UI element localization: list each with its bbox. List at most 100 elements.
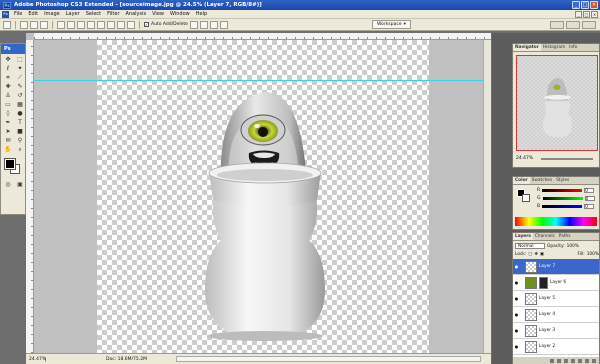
dodge-tool-icon[interactable]: ● [14,109,26,118]
tab-swatches[interactable]: Swatches [530,177,555,184]
path-selection-tool-icon[interactable]: ➤ [2,127,14,136]
notes-tool-icon[interactable]: ✉ [2,136,14,145]
shape-layers-icon[interactable] [20,20,28,29]
pen-icon[interactable] [57,20,65,29]
channel-r-value[interactable]: 0 [584,188,595,194]
type-tool-icon[interactable]: T [14,118,26,127]
channel-b-value[interactable]: 0 [584,204,595,210]
hand-tool-icon[interactable]: ✋ [2,145,14,154]
channel-g-value[interactable]: 0 [584,196,595,202]
layer-row[interactable]: ● Layer 6 [513,275,599,291]
tab-histogram[interactable]: Histogram [541,44,567,51]
shape-tool-icon[interactable]: ■ [14,127,26,136]
auto-add-delete-checkbox[interactable]: ✓ [144,22,149,27]
app-menu-icon[interactable]: Ps [2,10,9,18]
close-icon[interactable]: × [590,1,598,9]
navigator-zoom[interactable]: 24.47% [516,156,533,161]
fill-pixels-icon[interactable] [40,20,48,29]
channel-r-slider[interactable] [542,189,583,192]
pen-tool-icon[interactable]: ✒ [2,118,14,127]
path-intersect-icon[interactable] [209,20,218,29]
move-tool-icon[interactable]: ✥ [2,55,14,64]
layer-row[interactable]: ● Layer 7 [513,259,599,275]
lock-icon[interactable]: ▢ [528,252,532,257]
channel-b-slider[interactable] [542,205,583,208]
visibility-eye-icon[interactable]: ● [513,344,520,349]
channel-g-slider[interactable] [542,197,583,200]
foreground-color-swatch[interactable] [4,158,16,170]
link-layers-icon[interactable] [550,358,554,363]
slice-tool-icon[interactable]: ⟋ [14,73,26,82]
tab-info[interactable]: Info [567,44,579,51]
layer-row[interactable]: ● Layer 5 [513,291,599,307]
menu-layer[interactable]: Layer [63,11,83,17]
doc-restore-icon[interactable]: □ [583,11,590,18]
paths-icon[interactable] [30,20,38,29]
history-brush-tool-icon[interactable]: ↺ [14,91,26,100]
layer-row[interactable]: ● Layer 4 [513,307,599,323]
pen-tool-preset-icon[interactable] [3,20,11,29]
tab-navigator[interactable]: Navigator [513,44,541,51]
layer-row[interactable]: ● Layer 3 [513,323,599,339]
path-exclude-icon[interactable] [219,20,228,29]
status-zoom[interactable]: 24.47% [26,356,46,362]
comps-dock-tab[interactable] [582,21,596,29]
visibility-eye-icon[interactable]: ● [513,280,520,285]
layer-row[interactable]: ● Layer 2 [513,339,599,355]
tab-paths[interactable]: Paths [557,233,573,240]
visibility-eye-icon[interactable]: ● [513,312,520,317]
minimize-icon[interactable]: _ [572,1,580,9]
visibility-eye-icon[interactable]: ● [513,264,520,269]
screen-mode-icon[interactable]: ▣ [14,180,26,189]
zoom-tool-icon[interactable]: ⌕ [14,145,26,154]
blur-tool-icon[interactable]: ◊ [2,109,14,118]
delete-layer-icon[interactable] [592,358,596,363]
maximize-icon[interactable]: □ [581,1,589,9]
fill-value[interactable]: 100% [587,252,599,257]
menu-image[interactable]: Image [41,11,63,17]
brushes-dock-tab[interactable] [550,21,564,29]
freeform-pen-icon[interactable] [67,20,75,29]
layer-style-icon[interactable] [557,358,561,363]
clone-stamp-tool-icon[interactable]: ♙ [2,91,14,100]
menu-filter[interactable]: Filter [104,11,122,17]
custom-shape-icon[interactable] [127,20,135,29]
menu-file[interactable]: File [11,11,25,17]
opacity-value[interactable]: 100% [567,244,579,249]
navigator-thumbnail[interactable] [516,55,598,151]
eyedropper-tool-icon[interactable]: ⚲ [14,136,26,145]
eraser-tool-icon[interactable]: ▭ [2,100,14,109]
menu-select[interactable]: Select [83,11,104,17]
magic-wand-tool-icon[interactable]: ✦ [14,64,26,73]
lock-position-icon[interactable]: ✥ [534,252,538,257]
workspace-button[interactable]: Workspace ▾ [372,20,411,29]
color-spectrum-ramp[interactable] [515,217,597,226]
menu-view[interactable]: View [149,11,167,17]
line-icon[interactable] [117,20,125,29]
horizontal-ruler[interactable] [34,33,491,40]
marquee-tool-icon[interactable]: ⬚ [14,55,26,64]
blend-mode-select[interactable]: Normal [515,243,545,249]
path-subtract-icon[interactable] [199,20,208,29]
tab-layers[interactable]: Layers [513,233,533,240]
add-mask-icon[interactable] [564,358,568,363]
menu-help[interactable]: Help [193,11,210,17]
visibility-eye-icon[interactable]: ● [513,296,520,301]
menu-edit[interactable]: Edit [25,11,41,17]
menu-analysis[interactable]: Analysis [123,11,150,17]
menu-window[interactable]: Window [167,11,193,17]
doc-minimize-icon[interactable]: _ [575,11,582,18]
document-canvas[interactable] [97,40,429,353]
lock-all-icon[interactable]: ▣ [540,252,544,257]
tab-styles[interactable]: Styles [554,177,571,184]
adjustment-layer-icon[interactable] [571,358,575,363]
quick-mask-icon[interactable]: ◎ [2,180,14,189]
vertical-ruler[interactable] [26,40,34,353]
brush-tool-icon[interactable]: ✎ [14,82,26,91]
color-bg-swatch[interactable] [522,194,530,202]
presets-dock-tab[interactable] [566,21,580,29]
new-group-icon[interactable] [578,358,582,363]
vertical-scrollbar[interactable] [483,40,491,353]
rectangle-icon[interactable] [77,20,85,29]
gradient-tool-icon[interactable]: ▦ [14,100,26,109]
